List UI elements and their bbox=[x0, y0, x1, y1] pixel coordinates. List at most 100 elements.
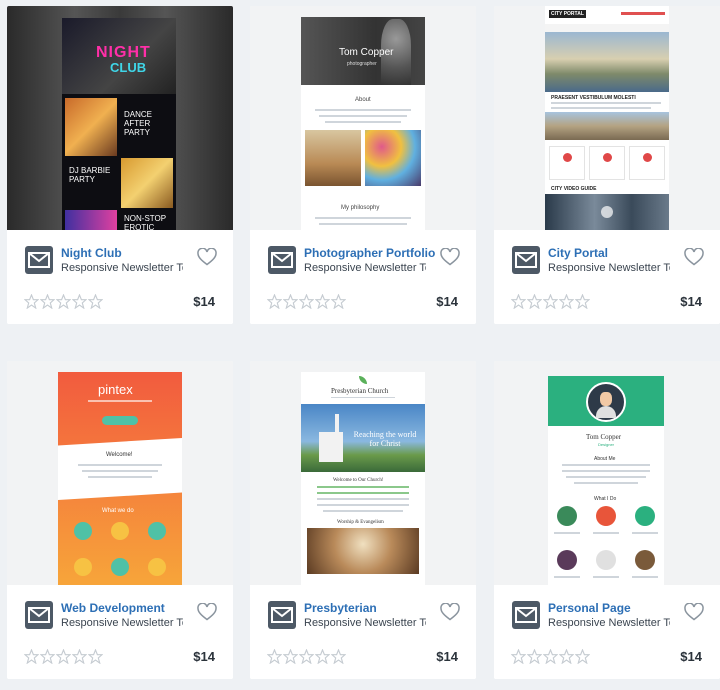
star-icon[interactable] bbox=[56, 294, 71, 309]
leaf-icon bbox=[359, 376, 367, 384]
heart-icon[interactable] bbox=[440, 247, 460, 271]
star-rating[interactable] bbox=[24, 649, 104, 665]
star-icon[interactable] bbox=[283, 649, 298, 664]
preview-heading: What we do bbox=[102, 508, 134, 514]
star-icon[interactable] bbox=[543, 649, 558, 664]
preview-text: NON-STOP EROTIC bbox=[124, 214, 166, 230]
template-title[interactable]: Presbyterian bbox=[304, 601, 377, 615]
play-icon bbox=[601, 206, 613, 218]
star-icon[interactable] bbox=[24, 294, 39, 309]
template-preview[interactable]: Tom Copper photographer About My philoso… bbox=[250, 6, 476, 230]
price: $14 bbox=[193, 294, 215, 309]
template-preview[interactable]: NIGHT CLUB DANCE AFTER PARTY DJ BARBIE P… bbox=[7, 6, 233, 230]
star-rating[interactable] bbox=[511, 294, 591, 310]
template-preview[interactable]: Presbyterian Church Reaching the world f… bbox=[250, 361, 476, 585]
star-icon[interactable] bbox=[72, 649, 87, 664]
preview-heading: My philosophy bbox=[341, 205, 380, 211]
preview-heading: About bbox=[355, 97, 371, 103]
template-card[interactable]: Presbyterian Church Reaching the world f… bbox=[250, 361, 476, 679]
heart-icon[interactable] bbox=[440, 602, 460, 626]
template-title[interactable]: Night Club bbox=[61, 246, 122, 260]
star-icon[interactable] bbox=[527, 294, 542, 309]
preview-logo: Presbyterian Church bbox=[331, 387, 389, 395]
preview-logo: pintex bbox=[98, 382, 133, 397]
heart-icon[interactable] bbox=[197, 602, 217, 626]
template-card[interactable]: Tom Copper Designer About Me What I Do P… bbox=[494, 361, 720, 679]
star-icon[interactable] bbox=[575, 649, 590, 664]
star-icon[interactable] bbox=[575, 294, 590, 309]
newsletter-preview: Tom Copper Designer About Me What I Do bbox=[548, 376, 664, 585]
newsletter-icon bbox=[268, 601, 296, 629]
price: $14 bbox=[680, 294, 702, 309]
star-rating[interactable] bbox=[511, 649, 591, 665]
preview-name: Tom Copper bbox=[586, 433, 622, 441]
template-title[interactable]: Photographer Portfolio bbox=[304, 246, 435, 260]
star-icon[interactable] bbox=[315, 294, 330, 309]
star-icon[interactable] bbox=[40, 294, 55, 309]
preview-heading: About Me bbox=[594, 456, 616, 462]
preview-heading: PRAESENT VESTIBULUM MOLESTI bbox=[551, 95, 636, 101]
preview-heading: Worship & Evangelism bbox=[337, 520, 384, 525]
preview-heading: What I Do bbox=[594, 496, 617, 502]
heart-icon[interactable] bbox=[684, 602, 704, 626]
heart-icon[interactable] bbox=[197, 247, 217, 271]
star-icon[interactable] bbox=[559, 649, 574, 664]
star-icon[interactable] bbox=[331, 649, 346, 664]
star-icon[interactable] bbox=[88, 649, 103, 664]
star-icon[interactable] bbox=[543, 294, 558, 309]
preview-role: photographer bbox=[347, 61, 377, 67]
star-icon[interactable] bbox=[56, 649, 71, 664]
star-icon[interactable] bbox=[283, 294, 298, 309]
price: $14 bbox=[680, 649, 702, 664]
avatar bbox=[586, 382, 626, 422]
newsletter-icon bbox=[268, 246, 296, 274]
template-title[interactable]: Web Development bbox=[61, 601, 165, 615]
star-icon[interactable] bbox=[299, 649, 314, 664]
newsletter-icon bbox=[25, 601, 53, 629]
star-icon[interactable] bbox=[24, 649, 39, 664]
star-icon[interactable] bbox=[331, 294, 346, 309]
star-icon[interactable] bbox=[315, 649, 330, 664]
newsletter-icon bbox=[512, 601, 540, 629]
star-icon[interactable] bbox=[511, 294, 526, 309]
template-preview[interactable]: pintex Welcome! What we do bbox=[7, 361, 233, 585]
price: $14 bbox=[436, 649, 458, 664]
newsletter-preview: Tom Copper photographer About My philoso… bbox=[301, 17, 425, 230]
template-card[interactable]: NIGHT CLUB DANCE AFTER PARTY DJ BARBIE P… bbox=[7, 6, 233, 324]
template-card[interactable]: Tom Copper photographer About My philoso… bbox=[250, 6, 476, 324]
newsletter-preview: Presbyterian Church Reaching the world f… bbox=[301, 372, 425, 585]
price: $14 bbox=[193, 649, 215, 664]
newsletter-preview: pintex Welcome! What we do bbox=[58, 372, 182, 585]
newsletter-preview: NIGHT CLUB DANCE AFTER PARTY DJ BARBIE P… bbox=[62, 18, 176, 230]
star-icon[interactable] bbox=[299, 294, 314, 309]
star-icon[interactable] bbox=[559, 294, 574, 309]
template-subtitle: Responsive Newsletter Template bbox=[548, 262, 670, 274]
star-icon[interactable] bbox=[527, 649, 542, 664]
star-icon[interactable] bbox=[72, 294, 87, 309]
template-card[interactable]: CITY PORTAL PRAESENT VESTIBULUM MOLESTI … bbox=[494, 6, 720, 324]
preview-text: DANCE AFTER PARTY bbox=[124, 110, 153, 137]
preview-heading: CITY VIDEO GUIDE bbox=[551, 186, 597, 192]
star-icon[interactable] bbox=[267, 294, 282, 309]
template-subtitle: Responsive Newsletter Template bbox=[548, 617, 670, 629]
template-preview[interactable]: CITY PORTAL PRAESENT VESTIBULUM MOLESTI … bbox=[494, 6, 720, 230]
newsletter-icon bbox=[512, 246, 540, 274]
heart-icon[interactable] bbox=[684, 247, 704, 271]
star-rating[interactable] bbox=[267, 294, 347, 310]
template-title[interactable]: City Portal bbox=[548, 246, 608, 260]
template-title[interactable]: Personal Page bbox=[548, 601, 631, 615]
price: $14 bbox=[436, 294, 458, 309]
star-icon[interactable] bbox=[267, 649, 282, 664]
preview-title-2: CLUB bbox=[110, 60, 147, 75]
star-rating[interactable] bbox=[267, 649, 347, 665]
preview-logo: CITY PORTAL bbox=[549, 10, 586, 18]
star-icon[interactable] bbox=[88, 294, 103, 309]
template-preview[interactable]: Tom Copper Designer About Me What I Do bbox=[494, 361, 720, 585]
template-card[interactable]: pintex Welcome! What we do Web Developme… bbox=[7, 361, 233, 679]
template-subtitle: Responsive Newsletter Template bbox=[61, 617, 183, 629]
star-icon[interactable] bbox=[511, 649, 526, 664]
star-rating[interactable] bbox=[24, 294, 104, 310]
star-icon[interactable] bbox=[40, 649, 55, 664]
newsletter-preview: CITY PORTAL PRAESENT VESTIBULUM MOLESTI … bbox=[545, 6, 669, 230]
preview-tagline: Reaching the world for Christ bbox=[353, 430, 417, 448]
